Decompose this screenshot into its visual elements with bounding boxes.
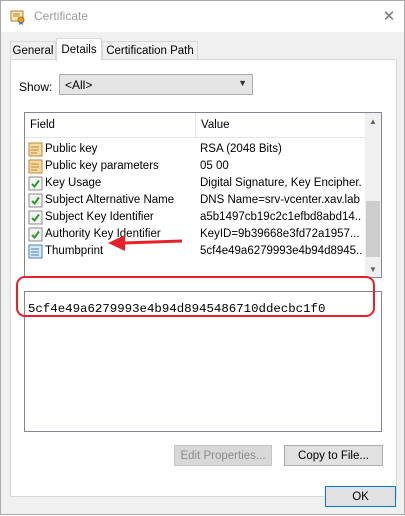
- row-field-name: Subject Key Identifier: [45, 211, 154, 223]
- copy-to-file-button[interactable]: Copy to File...: [284, 445, 383, 466]
- row-field-name: Subject Alternative Name: [45, 194, 175, 206]
- extension-icon: [28, 193, 43, 208]
- list-scrollbar[interactable]: ▲ ▼: [365, 113, 381, 277]
- tab-certification-path[interactable]: Certification Path: [102, 41, 198, 60]
- list-row-key-usage[interactable]: Key Usage Digital Signature, Key Enciphe…: [25, 175, 365, 192]
- cert-field-icon: [28, 159, 43, 174]
- scroll-up-icon[interactable]: ▲: [365, 113, 381, 129]
- row-field-value: 5cf4e49a6279993e4b94d8945...: [200, 245, 362, 257]
- extension-icon: [28, 176, 43, 191]
- details-panel: Show: <All> ▼ Field Value Public key RSA…: [10, 59, 397, 497]
- scroll-thumb[interactable]: [366, 201, 380, 257]
- certificate-icon: [10, 9, 26, 25]
- row-field-name: Public key: [45, 143, 98, 155]
- list-row-public-key-parameters[interactable]: Public key parameters 05 00: [25, 158, 365, 175]
- list-row-thumbprint[interactable]: Thumbprint 5cf4e49a6279993e4b94d8945...: [25, 243, 365, 260]
- row-field-name: Public key parameters: [45, 160, 159, 172]
- show-dropdown-value: <All>: [65, 78, 93, 92]
- row-field-value: RSA (2048 Bits): [200, 143, 282, 155]
- chevron-down-icon: ▼: [238, 78, 247, 88]
- tab-details[interactable]: Details: [56, 38, 102, 61]
- dialog-client: General Details Certification Path Show:…: [1, 32, 404, 514]
- edit-properties-button[interactable]: Edit Properties...: [174, 445, 272, 466]
- row-field-name: Key Usage: [45, 177, 102, 189]
- window-title: Certificate: [34, 9, 89, 23]
- row-field-name: Thumbprint: [45, 245, 104, 257]
- extension-icon: [28, 210, 43, 225]
- list-row-authority-key-identifier[interactable]: Authority Key Identifier KeyID=9b39668e3…: [25, 226, 365, 243]
- close-button[interactable]: ✕: [374, 1, 404, 31]
- row-field-value: DNS Name=srv-vcenter.xav.lab: [200, 194, 360, 206]
- cert-field-icon: [28, 142, 43, 157]
- show-dropdown[interactable]: <All> ▼: [59, 74, 253, 95]
- title-bar: Certificate ✕: [1, 1, 404, 32]
- field-list[interactable]: Field Value Public key RSA (2048 Bits) P…: [24, 112, 382, 278]
- row-field-value: KeyID=9b39668e3fd72a1957...: [200, 228, 360, 240]
- ok-button[interactable]: OK: [325, 486, 396, 507]
- scroll-down-icon[interactable]: ▼: [365, 261, 381, 277]
- row-field-name: Authority Key Identifier: [45, 228, 161, 240]
- annotation-highlight-box: [16, 276, 375, 317]
- show-label: Show:: [19, 80, 53, 94]
- property-icon: [28, 244, 43, 259]
- list-row-subject-alternative-name[interactable]: Subject Alternative Name DNS Name=srv-vc…: [25, 192, 365, 209]
- extension-icon: [28, 227, 43, 242]
- column-header-field[interactable]: Field: [30, 119, 55, 131]
- row-field-value: a5b1497cb19c2c1efbd8abd14...: [200, 211, 362, 223]
- certificate-dialog: Certificate ✕ General Details Certificat…: [0, 0, 405, 515]
- column-header-value[interactable]: Value: [201, 119, 230, 131]
- row-field-value: Digital Signature, Key Encipher...: [200, 177, 362, 189]
- close-icon: ✕: [382, 8, 396, 25]
- list-row-public-key[interactable]: Public key RSA (2048 Bits): [25, 141, 365, 158]
- row-field-value: 05 00: [200, 160, 229, 172]
- list-header: Field Value: [25, 113, 365, 138]
- list-row-subject-key-identifier[interactable]: Subject Key Identifier a5b1497cb19c2c1ef…: [25, 209, 365, 226]
- column-divider[interactable]: [195, 113, 196, 137]
- tab-general[interactable]: General: [10, 41, 56, 60]
